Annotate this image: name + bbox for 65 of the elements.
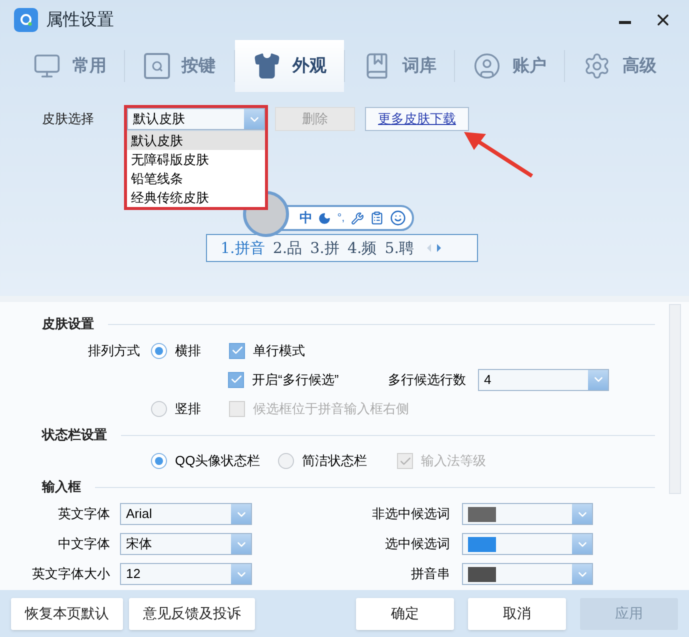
- checkmark-icon: [398, 454, 412, 468]
- radio-button[interactable]: [151, 453, 167, 469]
- more-skins-link[interactable]: 更多皮肤下载: [365, 107, 469, 131]
- font-dropdown[interactable]: 12: [120, 563, 252, 585]
- footer-button[interactable]: 恢复本页默认: [11, 598, 123, 630]
- option-label: 多行候选行数: [388, 370, 467, 389]
- radio-button[interactable]: [151, 342, 167, 358]
- checkmark-icon: [230, 373, 242, 386]
- option-label: 横排: [175, 342, 202, 360]
- footer-button[interactable]: 确定: [356, 598, 454, 630]
- app-logo-icon: [14, 8, 38, 32]
- radio-button[interactable]: [278, 453, 294, 469]
- candidate-word[interactable]: 4.频: [347, 236, 377, 260]
- section-title: 状态栏设置: [42, 426, 107, 444]
- footer-button[interactable]: 意见反馈及投诉: [129, 598, 255, 630]
- field-label: 英文字体大小: [31, 565, 111, 584]
- skin-dropdown[interactable]: 默认皮肤: [127, 108, 265, 130]
- color-dropdown[interactable]: [462, 533, 593, 555]
- option-label: 单行模式: [253, 342, 305, 360]
- page-arrows-icon[interactable]: [426, 243, 442, 253]
- clipboard-icon: [370, 211, 384, 225]
- mode-label: 中: [299, 209, 312, 228]
- key-icon: [144, 53, 170, 79]
- rows-dropdown[interactable]: 4: [478, 368, 609, 390]
- user-icon: [472, 52, 500, 80]
- moon-icon: [318, 212, 332, 224]
- candidate-word[interactable]: 2.品: [272, 236, 302, 260]
- field-label: 非选中候选词: [371, 505, 451, 524]
- section-title: 输入框: [42, 478, 81, 496]
- field-label: 中文字体: [57, 535, 111, 554]
- monitor-icon: [32, 52, 60, 80]
- option-label: 竖排: [175, 400, 202, 418]
- punctuation-label: °,: [337, 210, 345, 226]
- option-label: 输入法等级: [421, 452, 486, 470]
- color-dropdown[interactable]: [462, 563, 593, 585]
- smiley-icon: [390, 210, 406, 226]
- field-label: 排列方式: [88, 342, 141, 360]
- minimize-icon: [619, 20, 631, 24]
- tab[interactable]: 外观: [235, 40, 344, 92]
- section-title: 皮肤设置: [42, 315, 94, 334]
- wrench-icon: [350, 212, 364, 224]
- font-dropdown[interactable]: 宋体: [120, 533, 252, 555]
- dropdown-option[interactable]: 默认皮肤: [127, 131, 265, 150]
- settings-icon: [582, 52, 610, 80]
- candidate-word[interactable]: 3.拼: [310, 236, 340, 260]
- candidate-word[interactable]: 5.聘: [384, 236, 414, 260]
- annotation-arrow: [462, 130, 534, 178]
- radio-button[interactable]: [151, 400, 167, 416]
- window-title: 属性设置: [46, 9, 114, 32]
- field-label: 皮肤选择: [42, 110, 95, 128]
- field-label: 拼音串: [410, 565, 451, 584]
- checkmark-icon: [230, 344, 244, 357]
- checkbox[interactable]: [228, 372, 244, 388]
- font-dropdown[interactable]: Arial: [120, 503, 252, 525]
- option-label: 开启“多行候选”: [252, 370, 340, 389]
- color-dropdown[interactable]: [462, 503, 593, 525]
- checkbox[interactable]: [229, 342, 245, 358]
- field-label: 选中候选词: [384, 535, 451, 554]
- footer-button[interactable]: 取消: [468, 598, 566, 630]
- option-label: 候选框位于拼音输入框右侧: [253, 400, 409, 418]
- field-label: 英文字体: [57, 505, 111, 524]
- option-label: 简洁状态栏: [302, 452, 368, 470]
- shirt-icon: [252, 52, 280, 80]
- option-label: QQ头像状态栏: [175, 452, 260, 470]
- candidate-word[interactable]: 1.拼音: [220, 236, 265, 260]
